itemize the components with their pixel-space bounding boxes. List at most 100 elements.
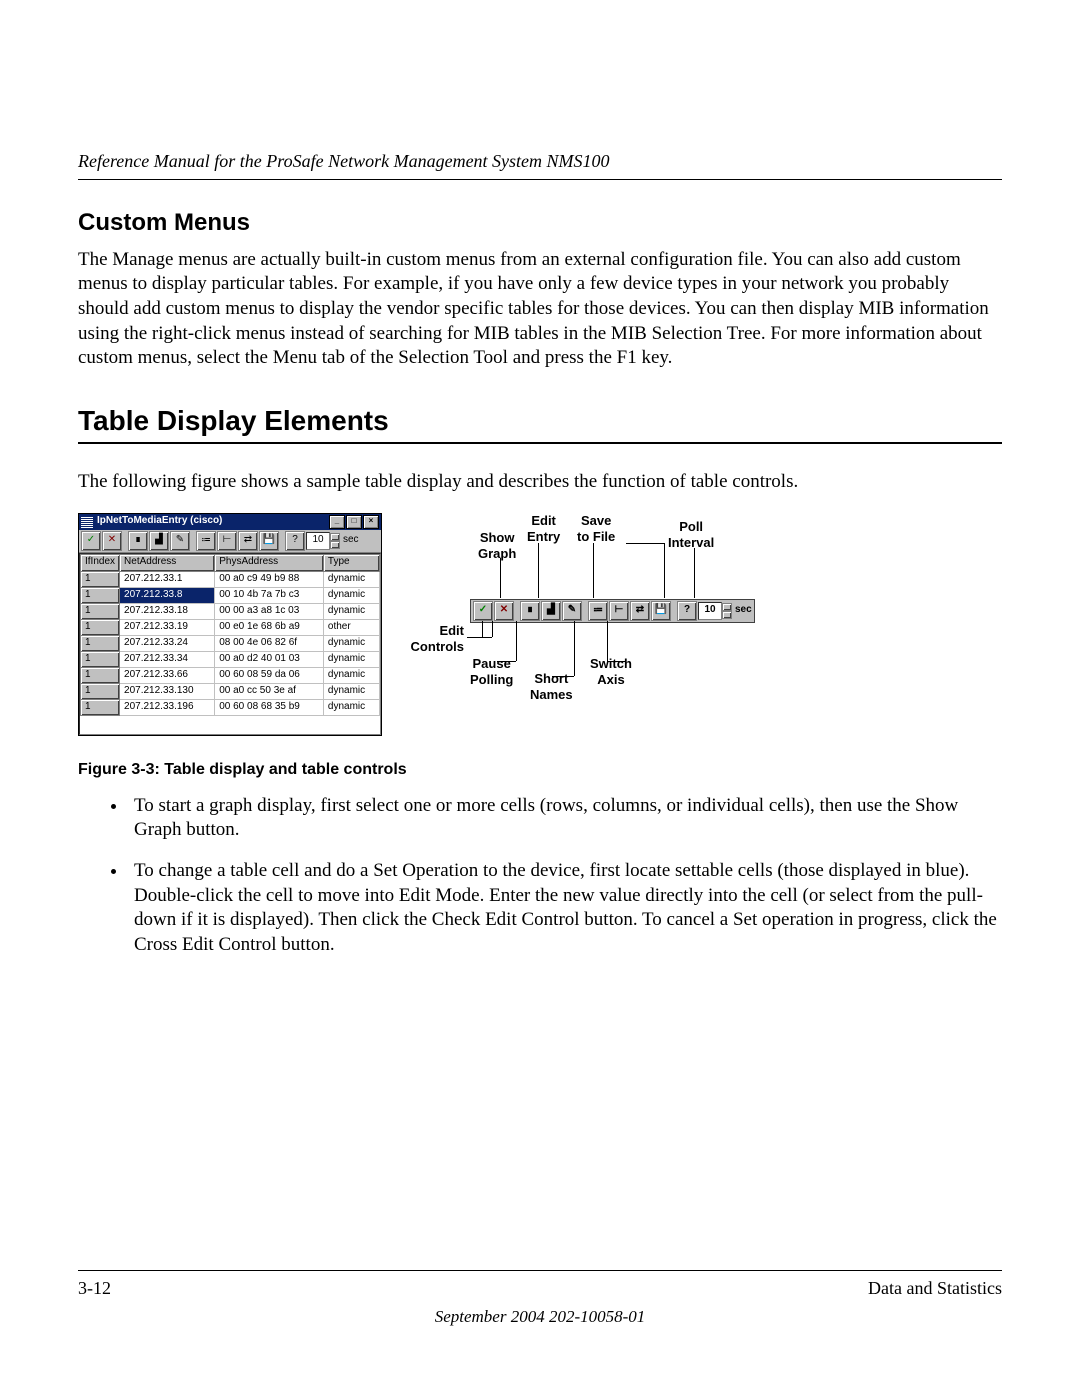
cell-type[interactable]: dynamic <box>323 667 379 683</box>
cell-netaddress[interactable]: 207.212.33.66 <box>120 667 215 683</box>
switch-icon: ⇄ <box>630 601 650 621</box>
poll-interval-spinner[interactable] <box>330 533 340 549</box>
app-icon <box>81 516 93 528</box>
pause-polling-button[interactable]: ∎ <box>128 531 148 551</box>
cell-ifindex[interactable]: 1 <box>81 587 120 603</box>
callout-poll-interval: PollInterval <box>668 519 714 552</box>
cell-netaddress[interactable]: 207.212.33.34 <box>120 651 215 667</box>
cell-type[interactable]: dynamic <box>323 635 379 651</box>
cell-physaddress[interactable]: 08 00 4e 06 82 6f <box>215 635 324 651</box>
cell-netaddress[interactable]: 207.212.33.19 <box>120 619 215 635</box>
check-icon: ✓ <box>473 601 493 621</box>
col-type[interactable]: Type <box>323 554 379 571</box>
cell-ifindex[interactable]: 1 <box>81 651 120 667</box>
poll-interval-value[interactable]: 10 <box>306 532 330 550</box>
column-headers[interactable]: IfIndex NetAddress PhysAddress Type <box>81 554 380 571</box>
cell-physaddress[interactable]: 00 10 4b 7a 7b c3 <box>215 587 324 603</box>
table-row[interactable]: 1207.212.33.100 a0 c9 49 b9 88dynamic <box>81 571 380 587</box>
table-row[interactable]: 1207.212.33.2408 00 4e 06 82 6fdynamic <box>81 635 380 651</box>
help-icon: ? <box>677 601 697 621</box>
axis-icon: ⊢ <box>609 601 629 621</box>
cell-type[interactable]: dynamic <box>323 683 379 699</box>
table-row[interactable]: 1207.212.33.19600 60 08 68 35 b9dynamic <box>81 699 380 715</box>
cell-ifindex[interactable]: 1 <box>81 619 120 635</box>
poll-interval-unit: sec <box>343 534 359 547</box>
cell-physaddress[interactable]: 00 60 08 68 35 b9 <box>215 699 324 715</box>
col-ifindex[interactable]: IfIndex <box>81 554 120 571</box>
switch-axis-button[interactable]: ⊢ <box>217 531 237 551</box>
cross-edit-button[interactable]: ✕ <box>102 531 122 551</box>
heading-table-display: Table Display Elements <box>78 403 1002 438</box>
toolbar-sep <box>280 532 284 550</box>
table-grid[interactable]: IfIndex NetAddress PhysAddress Type 1207… <box>79 553 381 735</box>
table-row[interactable]: 1207.212.33.3400 a0 d2 40 01 03dynamic <box>81 651 380 667</box>
close-button[interactable]: × <box>363 515 379 529</box>
col-physaddress[interactable]: PhysAddress <box>215 554 324 571</box>
para-custom-menus: The Manage menus are actually built-in c… <box>78 248 1002 371</box>
callout-show-graph: ShowGraph <box>478 530 516 563</box>
cell-type[interactable]: dynamic <box>323 587 379 603</box>
cell-type[interactable]: dynamic <box>323 651 379 667</box>
cell-type[interactable]: dynamic <box>323 571 379 587</box>
page-footer: 3-12 Data and Statistics September 2004 … <box>78 1270 1002 1327</box>
save-to-file-button[interactable]: 💾 <box>259 531 279 551</box>
save-icon: 💾 <box>651 601 671 621</box>
cell-ifindex[interactable]: 1 <box>81 667 120 683</box>
table-row[interactable]: 1207.212.33.800 10 4b 7a 7b c3dynamic <box>81 587 380 603</box>
figure-3-3: IpNetToMediaEntry (cisco) _ □ × ✓ ✕ ∎ ▟ … <box>78 513 1002 736</box>
cell-netaddress[interactable]: 207.212.33.196 <box>120 699 215 715</box>
cell-type[interactable]: dynamic <box>323 603 379 619</box>
cell-physaddress[interactable]: 00 a0 d2 40 01 03 <box>215 651 324 667</box>
chapter-title: Data and Statistics <box>868 1277 1002 1300</box>
short-names-button[interactable]: ⩴ <box>196 531 216 551</box>
table-row[interactable]: 1207.212.33.1800 00 a3 a8 1c 03dynamic <box>81 603 380 619</box>
toolbar-sep <box>583 602 587 620</box>
cell-physaddress[interactable]: 00 a0 c9 49 b9 88 <box>215 571 324 587</box>
edit-entry-button[interactable]: ✎ <box>170 531 190 551</box>
cell-type[interactable]: other <box>323 619 379 635</box>
toolbar-sep <box>191 532 195 550</box>
table-row[interactable]: 1207.212.33.6600 60 08 59 da 06dynamic <box>81 667 380 683</box>
cell-netaddress[interactable]: 207.212.33.1 <box>120 571 215 587</box>
show-graph-button[interactable]: ▟ <box>149 531 169 551</box>
cell-physaddress[interactable]: 00 e0 1e 68 6b a9 <box>215 619 324 635</box>
section-divider <box>78 442 1002 444</box>
running-head: Reference Manual for the ProSafe Network… <box>78 150 1002 179</box>
toolbar-sep <box>515 602 519 620</box>
table-row[interactable]: 1207.212.33.1900 e0 1e 68 6b a9other <box>81 619 380 635</box>
cell-ifindex[interactable]: 1 <box>81 635 120 651</box>
bullet-1: To start a graph display, first select o… <box>128 794 1002 843</box>
cross-icon: ✕ <box>494 601 514 621</box>
cell-netaddress[interactable]: 207.212.33.8 <box>120 587 215 603</box>
cell-type[interactable]: dynamic <box>323 699 379 715</box>
poll-unit-diagram: sec <box>735 604 752 617</box>
callout-edit-controls: EditControls <box>402 623 464 656</box>
table-row[interactable]: 1207.212.33.13000 a0 cc 50 3e afdynamic <box>81 683 380 699</box>
short-icon: ⩴ <box>588 601 608 621</box>
cell-netaddress[interactable]: 207.212.33.18 <box>120 603 215 619</box>
toolbar-callouts: EditEntry Saveto File PollInterval ShowG… <box>412 513 762 713</box>
cell-physaddress[interactable]: 00 00 a3 a8 1c 03 <box>215 603 324 619</box>
window-title: IpNetToMediaEntry (cisco) <box>97 515 329 528</box>
doc-id: September 2004 202-10058-01 <box>78 1306 1002 1327</box>
help-button[interactable]: ? <box>285 531 305 551</box>
cell-netaddress[interactable]: 207.212.33.130 <box>120 683 215 699</box>
window-titlebar: IpNetToMediaEntry (cisco) _ □ × <box>79 514 381 530</box>
cell-ifindex[interactable]: 1 <box>81 683 120 699</box>
cell-physaddress[interactable]: 00 60 08 59 da 06 <box>215 667 324 683</box>
head-divider <box>78 179 1002 180</box>
col-netaddress[interactable]: NetAddress <box>120 554 215 571</box>
cell-ifindex[interactable]: 1 <box>81 571 120 587</box>
cell-physaddress[interactable]: 00 a0 cc 50 3e af <box>215 683 324 699</box>
switch-button[interactable]: ⇄ <box>238 531 258 551</box>
cell-ifindex[interactable]: 1 <box>81 603 120 619</box>
check-edit-button[interactable]: ✓ <box>81 531 101 551</box>
callout-save-to-file: Saveto File <box>577 513 615 546</box>
maximize-button[interactable]: □ <box>346 515 362 529</box>
window-toolbar: ✓ ✕ ∎ ▟ ✎ ⩴ ⊢ ⇄ 💾 ? 10 sec <box>79 530 381 553</box>
cell-ifindex[interactable]: 1 <box>81 699 120 715</box>
cell-netaddress[interactable]: 207.212.33.24 <box>120 635 215 651</box>
pause-icon: ∎ <box>520 601 540 621</box>
minimize-button[interactable]: _ <box>329 515 345 529</box>
table-window: IpNetToMediaEntry (cisco) _ □ × ✓ ✕ ∎ ▟ … <box>78 513 382 736</box>
